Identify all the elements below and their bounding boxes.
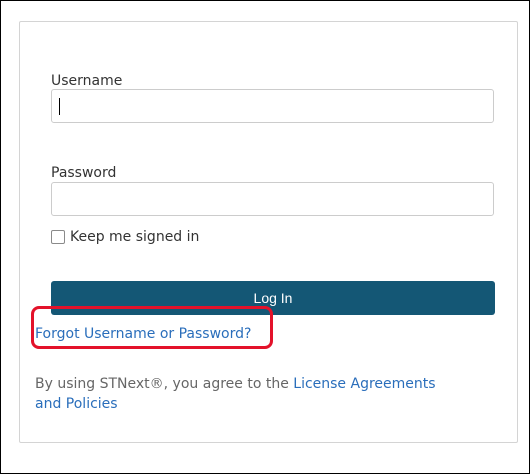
username-input[interactable] bbox=[51, 89, 494, 123]
forgot-username-password-link[interactable]: Forgot Username or Password? bbox=[35, 325, 251, 343]
agreement-text: By using STNext®, you agree to the Licen… bbox=[35, 374, 465, 414]
keep-signed-in-label[interactable]: Keep me signed in bbox=[70, 229, 199, 245]
text-cursor bbox=[59, 98, 60, 115]
username-label: Username bbox=[51, 73, 123, 89]
keep-signed-in-checkbox[interactable] bbox=[51, 230, 65, 244]
screenshot-frame: Username Password Keep me signed in Log … bbox=[0, 0, 530, 474]
agreement-prefix: By using STNext®, you agree to the bbox=[35, 376, 294, 392]
password-label: Password bbox=[51, 165, 117, 181]
password-input[interactable] bbox=[51, 182, 494, 216]
log-in-button[interactable]: Log In bbox=[51, 281, 495, 315]
keep-signed-in-row[interactable]: Keep me signed in bbox=[51, 227, 199, 247]
